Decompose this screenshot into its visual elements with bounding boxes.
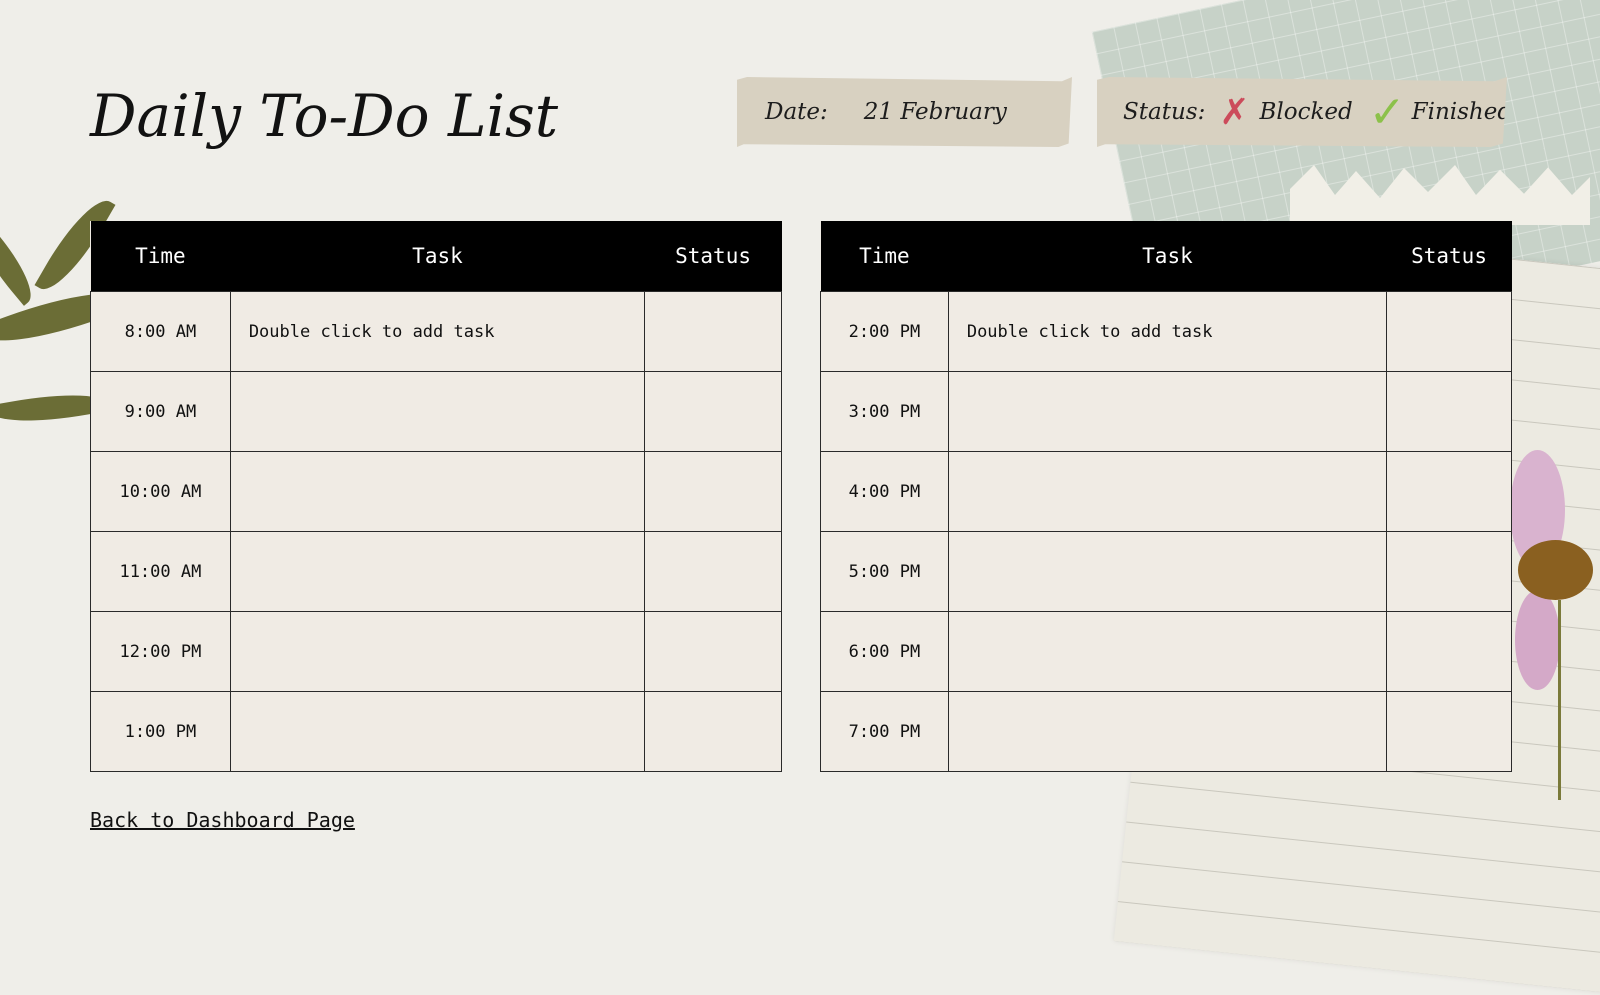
status-column-header: Status (644, 221, 782, 292)
time-cell: 9:00 AM (90, 371, 231, 452)
status-cell[interactable] (1386, 291, 1512, 372)
time-cell: 12:00 PM (90, 611, 231, 692)
status-cell[interactable] (644, 451, 782, 532)
status-cell[interactable] (644, 531, 782, 612)
status-legend-tape: Status: ✗ Blocked ✓ Finished (1097, 77, 1507, 147)
table-row: 12:00 PM (90, 611, 782, 692)
table-row: 4:00 PM (820, 451, 1512, 532)
task-cell[interactable] (229, 451, 646, 532)
status-cell[interactable] (1386, 691, 1512, 772)
finished-legend-text: Finished (1411, 99, 1513, 125)
table-row: 6:00 PM (820, 611, 1512, 692)
table-row: 5:00 PM (820, 531, 1512, 612)
task-cell[interactable] (229, 611, 646, 692)
task-cell[interactable]: Double click to add task (229, 291, 646, 372)
time-column-header: Time (820, 221, 949, 292)
table-row: 2:00 PM Double click to add task (820, 291, 1512, 372)
task-cell[interactable] (229, 691, 646, 772)
task-cell[interactable] (229, 531, 646, 612)
time-cell: 4:00 PM (820, 451, 949, 532)
table-row: 7:00 PM (820, 691, 1512, 772)
flower-decoration (1510, 450, 1600, 800)
date-value[interactable]: 21 February (864, 99, 1007, 125)
status-column-header: Status (1386, 221, 1512, 292)
afternoon-schedule-table: Time Task Status 2:00 PM Double click to… (820, 221, 1512, 772)
status-cell[interactable] (1386, 451, 1512, 532)
status-cell[interactable] (644, 611, 782, 692)
time-cell: 2:00 PM (820, 291, 949, 372)
table-row: 8:00 AM Double click to add task (90, 291, 782, 372)
time-cell: 5:00 PM (820, 531, 949, 612)
finished-check-icon: ✓ (1368, 86, 1406, 138)
table-header-row: Time Task Status (820, 221, 1512, 292)
task-cell[interactable] (947, 611, 1388, 692)
time-cell: 3:00 PM (820, 371, 949, 452)
table-row: 9:00 AM (90, 371, 782, 452)
status-cell[interactable] (1386, 531, 1512, 612)
status-cell[interactable] (1386, 611, 1512, 692)
time-column-header: Time (90, 221, 231, 292)
time-cell: 11:00 AM (90, 531, 231, 612)
task-cell[interactable] (229, 371, 646, 452)
status-legend-label: Status: (1123, 99, 1206, 125)
task-cell[interactable] (947, 371, 1388, 452)
task-cell[interactable] (947, 451, 1388, 532)
status-cell[interactable] (644, 371, 782, 452)
table-row: 10:00 AM (90, 451, 782, 532)
back-to-dashboard-link[interactable]: Back to Dashboard Page (90, 808, 355, 832)
status-cell[interactable] (1386, 371, 1512, 452)
time-cell: 8:00 AM (90, 291, 231, 372)
task-cell[interactable] (947, 691, 1388, 772)
date-label: Date: (765, 99, 828, 125)
task-cell[interactable] (947, 531, 1388, 612)
date-tape: Date: 21 February (737, 77, 1072, 147)
blocked-legend-text: Blocked (1259, 99, 1353, 125)
table-row: 1:00 PM (90, 691, 782, 772)
task-cell[interactable]: Double click to add task (947, 291, 1388, 372)
time-cell: 1:00 PM (90, 691, 231, 772)
table-header-row: Time Task Status (90, 221, 782, 292)
time-cell: 6:00 PM (820, 611, 949, 692)
table-row: 11:00 AM (90, 531, 782, 612)
task-column-header: Task (230, 221, 645, 292)
table-row: 3:00 PM (820, 371, 1512, 452)
morning-schedule-table: Time Task Status 8:00 AM Double click to… (90, 221, 782, 772)
time-cell: 10:00 AM (90, 451, 231, 532)
page-title: Daily To-Do List (90, 82, 559, 150)
task-column-header: Task (948, 221, 1387, 292)
blocked-x-icon: ✗ (1219, 91, 1250, 133)
status-cell[interactable] (644, 691, 782, 772)
status-cell[interactable] (644, 291, 782, 372)
time-cell: 7:00 PM (820, 691, 949, 772)
